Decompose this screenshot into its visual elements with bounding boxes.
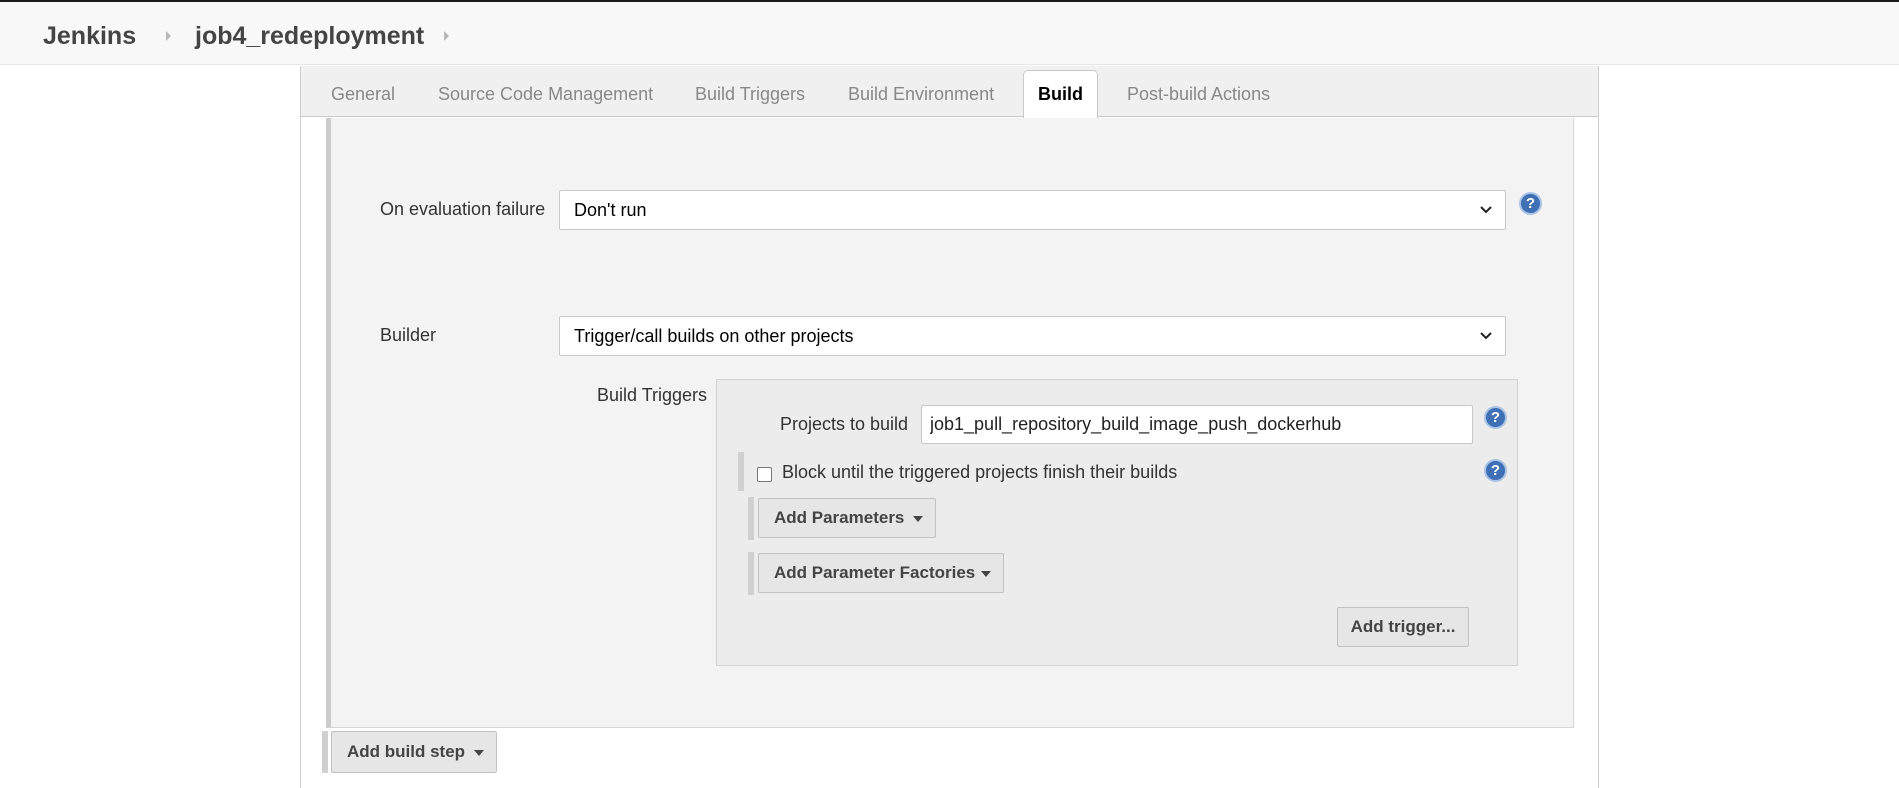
tab-build-triggers[interactable]: Build Triggers [695,83,805,105]
projects-to-build-input[interactable] [921,405,1473,444]
chevron-down-icon [1480,332,1492,340]
block-option-handle [738,452,744,491]
tab-post-build-actions[interactable]: Post-build Actions [1127,83,1270,105]
builder-value: Trigger/call builds on other projects [574,326,854,346]
add-build-step-label: Add build step [347,742,466,761]
breadcrumb-jenkins[interactable]: Jenkins [43,21,136,51]
on-evaluation-failure-label: On evaluation failure [380,199,546,219]
tab-build[interactable]: Build [1023,70,1098,118]
block-until-finish-label: Block until the triggered projects finis… [782,462,1178,482]
caret-down-icon [474,750,484,756]
builder-label: Builder [380,325,437,345]
add-build-step-handle [322,731,328,773]
caret-down-icon [981,571,991,577]
add-trigger-button[interactable]: Add trigger... [1337,607,1469,647]
build-triggers-label: Build Triggers [597,385,708,405]
help-icon[interactable]: ? [1484,459,1507,482]
help-icon[interactable]: ? [1519,192,1542,215]
projects-to-build-label: Projects to build [780,414,909,434]
breadcrumb-separator-icon[interactable] [444,31,449,41]
block-until-finish-checkbox[interactable] [757,467,772,482]
builder-select[interactable]: Trigger/call builds on other projects [559,316,1506,356]
tab-build-environment[interactable]: Build Environment [848,83,994,105]
tab-general[interactable]: General [331,83,395,105]
add-parameter-factories-handle [748,552,754,595]
on-evaluation-failure-select[interactable]: Don't run [559,190,1506,230]
add-parameter-factories-label: Add Parameter Factories [774,563,976,582]
add-parameters-handle [748,497,754,540]
add-parameters-button[interactable]: Add Parameters [758,498,936,538]
breadcrumb-job[interactable]: job4_redeployment [195,21,424,51]
config-tabbar: General Source Code Management Build Tri… [301,66,1598,118]
add-parameters-label: Add Parameters [774,508,905,527]
chevron-down-icon [1480,206,1492,214]
breadcrumb: Jenkins job4_redeployment [0,2,1899,65]
on-evaluation-failure-value: Don't run [574,200,647,220]
breadcrumb-separator-icon[interactable] [166,31,171,41]
tab-source-code-management[interactable]: Source Code Management [438,83,653,105]
add-build-step-button[interactable]: Add build step [331,731,497,773]
help-icon[interactable]: ? [1484,406,1507,429]
add-parameter-factories-button[interactable]: Add Parameter Factories [758,553,1004,593]
caret-down-icon [913,516,923,522]
